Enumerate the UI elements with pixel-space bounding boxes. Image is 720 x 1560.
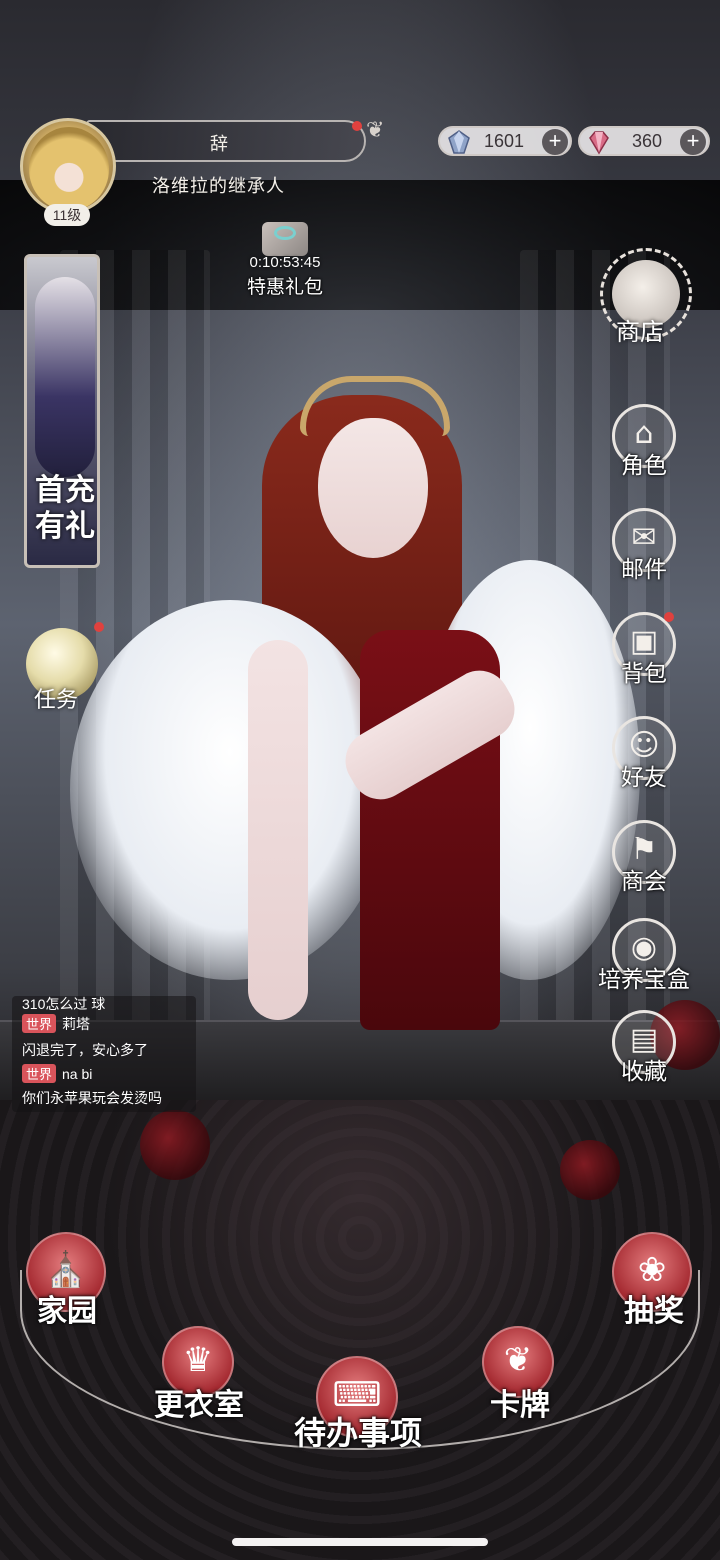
add-crystal-button[interactable]: + [542,129,568,155]
dress-form-icon: ♛ [182,1340,214,1380]
player-name: 辞 [210,134,228,155]
diamond-amount: 360 [631,131,662,151]
chat-text: 莉塔 [62,1016,91,1032]
first-recharge-label-line2: 有礼 [35,509,95,544]
fur-stole-left [70,600,390,980]
side-button-label: 角色 [621,453,667,479]
nav-wardrobe[interactable]: ♛ 更衣室 [154,1326,244,1438]
nav-label: 抽奖 [624,1294,684,1329]
top-hud: 辞 ❦ 洛维拉的继承人 11级 1601 + 360 + 0:10:53:45 … [0,0,720,298]
currency-diamond: 360 + [578,126,710,156]
player-level-badge: 11级 [44,204,90,226]
scroll-ornament-icon: ❦ [366,118,385,143]
side-button-label: 培养宝盒 [598,967,690,993]
nav-todo[interactable]: ⌨ 待办事项 [294,1356,422,1478]
card-icon: ❦ [503,1340,533,1380]
task-label: 任务 [34,688,79,713]
side-button-character[interactable]: ⌂ 角色 [608,404,680,494]
first-recharge-label: 首充 有礼 [33,473,97,545]
first-recharge-label-line1: 首充 [35,473,95,508]
chat-channel-tag: 世界 [22,1014,57,1033]
chat-message: 世界 na bi [22,1064,92,1083]
side-button-label: 邮件 [621,557,667,583]
player-avatar[interactable] [20,118,116,214]
chat-message: 闪退完了，安心多了 [22,1040,148,1060]
chat-message: 310怎么过 球 [22,996,105,1014]
special-gift-pack-button[interactable]: 0:10:53:45 特惠礼包 [240,222,330,298]
gothic-window-icon: ⛪ [44,1250,88,1290]
crystal-amount: 1601 [483,131,524,151]
world-chat-panel[interactable]: 310怎么过 球世界 莉塔 闪退完了，安心多了 世界 na bi 你们永苹果玩会发烫吗 [12,996,196,1112]
nav-label: 更衣室 [154,1388,244,1423]
chat-message: 你们永苹果玩会发烫吗 [22,1088,162,1108]
chat-channel-tag: 世界 [22,1064,57,1083]
chat-text: 310怎么过 球 [22,996,106,1012]
nav-home[interactable]: ⛪ 家园 [26,1232,106,1352]
character-arm [248,640,308,1020]
nav-label: 待办事项 [293,1414,422,1452]
first-recharge-banner[interactable]: 首充 有礼 [24,254,100,568]
rose-decoration [140,1110,210,1180]
side-button-guild[interactable]: ⚑ 商会 [608,820,680,910]
side-button-label: 收藏 [621,1059,667,1085]
character-headpiece [300,376,450,436]
side-button-bag[interactable]: ▣ 背包 [608,612,680,702]
side-button-label: 背包 [621,661,667,687]
home-indicator[interactable] [232,1538,488,1546]
crystal-gem-icon [448,130,470,154]
side-button-collection[interactable]: ▤ 收藏 [608,1010,680,1100]
banner-character-art [35,277,95,477]
side-button-mail[interactable]: ✉ 邮件 [608,508,680,598]
gift-label: 特惠礼包 [246,276,323,298]
rose-icon: ❀ [637,1250,667,1290]
shop-label: 商店 [616,318,664,346]
avatar-portrait-icon [29,127,109,211]
chat-text: 闪退完了，安心多了 [22,1042,148,1058]
chat-text: na bi [62,1066,93,1082]
side-button-label: 商会 [621,869,667,895]
currency-crystal: 1601 + [438,126,572,156]
gift-bow-icon [274,226,296,240]
add-diamond-button[interactable]: + [680,129,706,155]
chat-text: 你们永苹果玩会发烫吗 [22,1090,162,1106]
notification-dot [94,622,104,632]
rose-decoration [560,1140,620,1200]
side-button-friends[interactable]: ☺ 好友 [608,716,680,806]
notification-dot [664,612,674,622]
pink-diamond-icon [589,131,609,155]
character-face [318,418,428,558]
nav-draw[interactable]: ❀ 抽奖 [612,1232,692,1352]
side-button-box[interactable]: ◉ 培养宝盒 [598,918,690,1008]
side-button-label: 好友 [621,765,667,791]
gift-countdown: 0:10:53:45 [249,254,321,271]
player-title: 洛维拉的继承人 [152,176,285,197]
shop-button[interactable]: 商店 [594,246,704,356]
nav-cards[interactable]: ❦ 卡牌 [482,1326,554,1438]
chat-message: 世界 莉塔 [22,1014,90,1034]
nav-label: 家园 [37,1294,97,1329]
nav-label: 卡牌 [490,1388,550,1423]
notification-dot [352,121,362,131]
